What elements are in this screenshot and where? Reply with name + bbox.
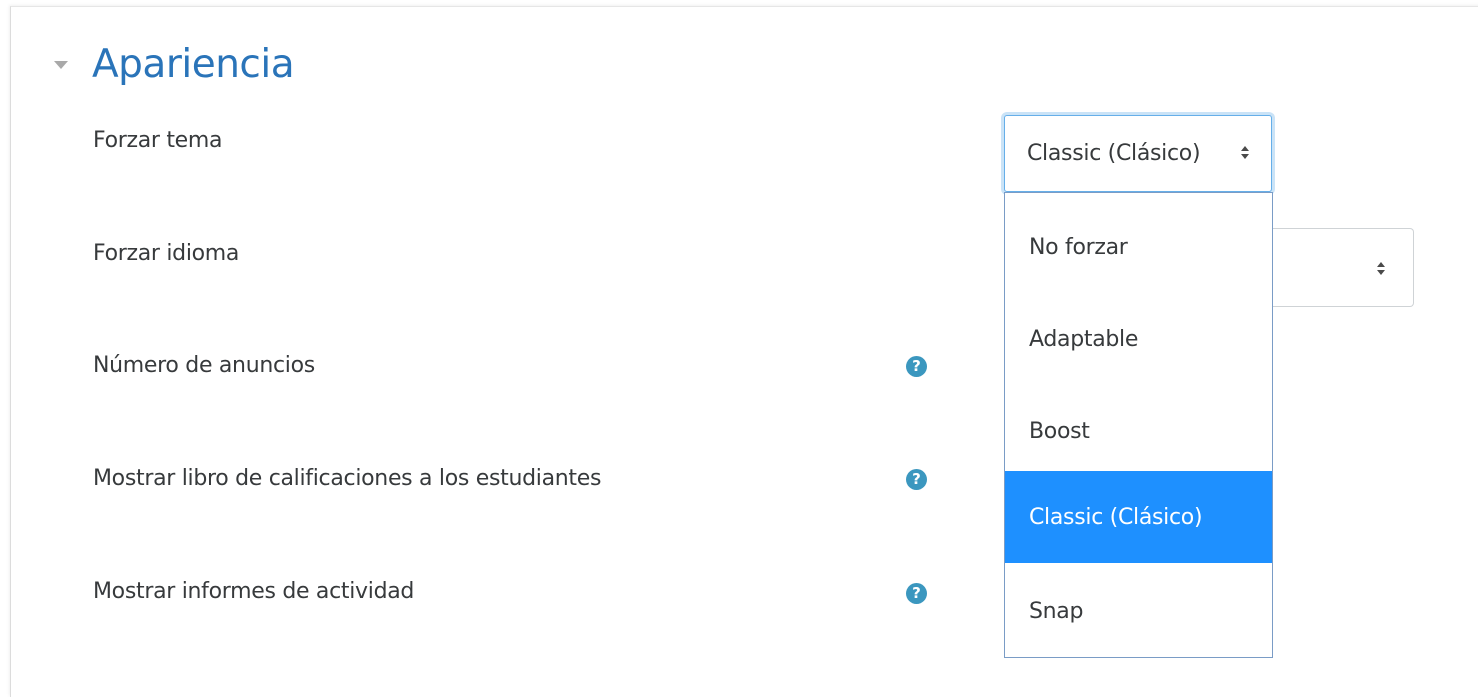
dropdown-option-classic[interactable]: Classic (Clásico) [1005, 471, 1272, 563]
dropdown-option-adaptable[interactable]: Adaptable [1005, 293, 1272, 385]
dropdown-option-boost[interactable]: Boost [1005, 385, 1272, 477]
caret-down-icon[interactable] [54, 61, 68, 69]
dropdown-option-snap[interactable]: Snap [1005, 565, 1272, 657]
help-icon[interactable]: ? [906, 356, 927, 377]
theme-dropdown-list[interactable]: No forzar Adaptable Boost Classic (Clási… [1004, 192, 1273, 658]
select-arrows-icon [1241, 146, 1249, 159]
section-title: Apariencia [92, 41, 295, 87]
force-theme-select-value: Classic (Clásico) [1027, 141, 1201, 166]
show-reports-label: Mostrar informes de actividad [93, 579, 415, 604]
dropdown-option-no-forzar[interactable]: No forzar [1005, 201, 1272, 293]
help-icon[interactable]: ? [906, 469, 927, 490]
force-theme-label: Forzar tema [93, 128, 223, 153]
show-grades-label: Mostrar libro de calificaciones a los es… [93, 466, 602, 491]
section-header-apariencia[interactable]: Apariencia [54, 34, 295, 94]
select-arrows-icon [1377, 262, 1385, 275]
force-language-select[interactable] [1270, 228, 1414, 307]
force-language-label: Forzar idioma [93, 241, 240, 266]
force-theme-select[interactable]: Classic (Clásico) [1004, 115, 1272, 192]
news-items-label: Número de anuncios [93, 353, 315, 378]
help-icon[interactable]: ? [906, 583, 927, 604]
